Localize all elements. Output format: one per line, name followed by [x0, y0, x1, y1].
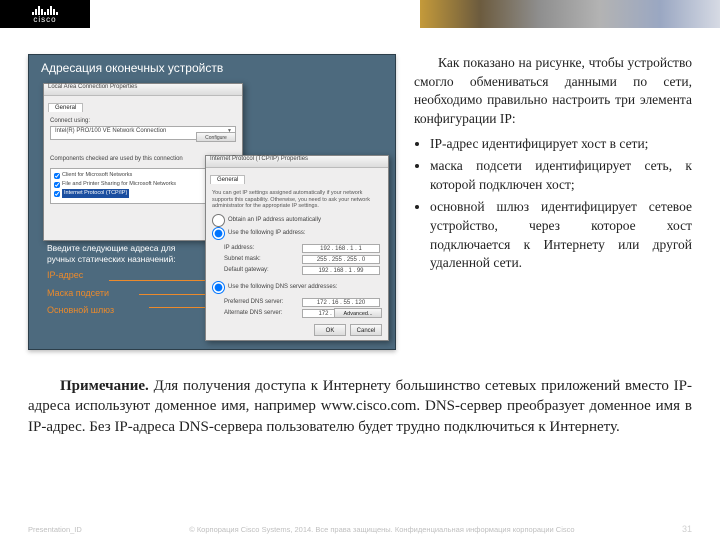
- gw-label: Default gateway:: [224, 267, 269, 273]
- dns1-label: Preferred DNS server:: [224, 299, 283, 305]
- mask-label: Subnet mask:: [224, 256, 261, 262]
- win2-description: You can get IP settings assigned automat…: [206, 186, 388, 214]
- configure-button[interactable]: Configure: [196, 132, 236, 142]
- page-number: 31: [682, 524, 692, 534]
- header-strip: cisco: [0, 0, 720, 30]
- intro-paragraph: Как показано на рисунке, чтобы устройств…: [414, 54, 692, 129]
- list-item: основной шлюз идентифицирует сетевое уст…: [430, 198, 692, 273]
- cisco-wordmark: cisco: [33, 16, 56, 24]
- ok-button[interactable]: OK: [314, 324, 346, 336]
- connect-using-label: Connect using:: [50, 118, 236, 124]
- dns1-field[interactable]: 172 . 16 . 55 . 120: [302, 298, 380, 307]
- cisco-logo: cisco: [0, 0, 90, 28]
- screenshot-title: Адресация оконечных устройств: [29, 55, 395, 75]
- win2-tab-general[interactable]: General: [210, 175, 245, 184]
- checkbox[interactable]: [54, 182, 60, 188]
- text-column: Как показано на рисунке, чтобы устройств…: [414, 54, 692, 350]
- checkbox[interactable]: [54, 173, 60, 179]
- cancel-button[interactable]: Cancel: [350, 324, 382, 336]
- gw-field[interactable]: 192 . 168 . 1 . 99: [302, 266, 380, 275]
- window-tcpip-properties: Internet Protocol (TCP/IP) Properties Ge…: [205, 155, 389, 341]
- radio-dns-manual[interactable]: [212, 281, 225, 294]
- ip-label: IP address:: [224, 245, 254, 251]
- mask-field[interactable]: 255 . 255 . 255 . 0: [302, 255, 380, 264]
- list-item: IP-адрес идентифицирует хост в сети;: [430, 135, 692, 154]
- win2-titlebar: Internet Protocol (TCP/IP) Properties: [206, 156, 388, 168]
- callout-intro: Введите следующие адреса для ручных стат…: [47, 243, 203, 265]
- win1-titlebar: Local Area Connection Properties: [44, 84, 242, 96]
- advanced-button[interactable]: Advanced...: [334, 308, 382, 318]
- cisco-bars-icon: [32, 5, 58, 15]
- bullet-list: IP-адрес идентифицирует хост в сети; мас…: [414, 135, 692, 273]
- screenshot-panel: Адресация оконечных устройств Local Area…: [28, 54, 396, 350]
- copyright: © Корпорация Cisco Systems, 2014. Все пр…: [189, 525, 574, 534]
- radio-manual[interactable]: [212, 227, 225, 240]
- main-content: Адресация оконечных устройств Local Area…: [0, 30, 720, 354]
- ip-field[interactable]: 192 . 168 . 1 . 1: [302, 244, 380, 253]
- checkbox[interactable]: [54, 191, 60, 197]
- note-label: Примечание.: [60, 378, 149, 394]
- win1-tab-general[interactable]: General: [48, 103, 83, 112]
- presentation-id: Presentation_ID: [28, 525, 82, 534]
- footer: Presentation_ID © Корпорация Cisco Syste…: [0, 524, 720, 534]
- dns2-label: Alternate DNS server:: [224, 310, 282, 316]
- list-item: маска подсети идентифицирует сеть, к кот…: [430, 157, 692, 194]
- note-paragraph: Примечание. Для получения доступа к Инте…: [0, 376, 720, 437]
- radio-auto[interactable]: [212, 214, 225, 227]
- header-banner-image: [420, 0, 720, 28]
